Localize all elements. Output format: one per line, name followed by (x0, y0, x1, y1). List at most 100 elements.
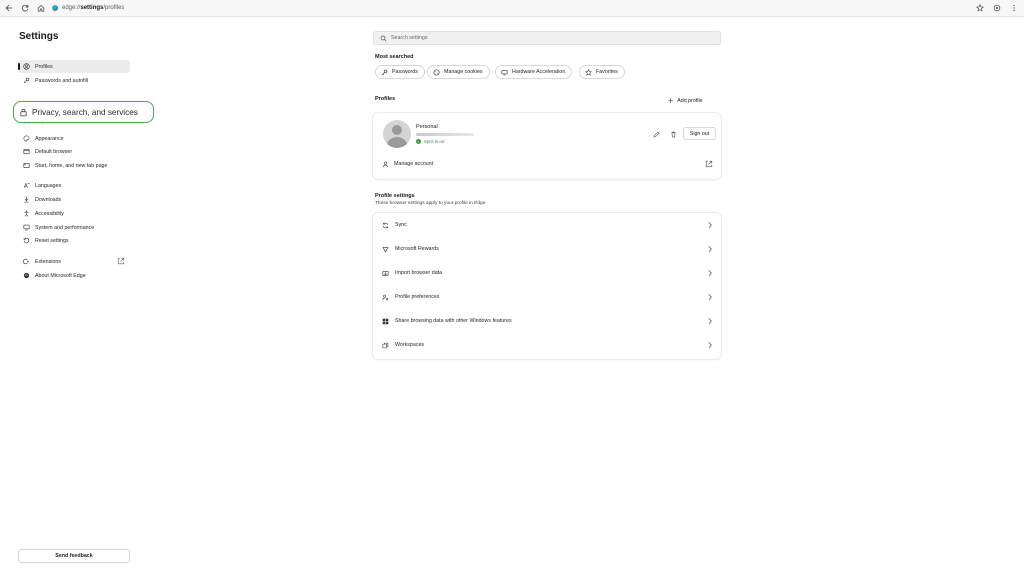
star-icon (976, 4, 984, 12)
check-icon: ✓ (416, 139, 421, 144)
sidebar-item-privacy-highlighted[interactable]: Privacy, search, and services (13, 101, 154, 123)
chip-favorites[interactable]: Favorites (579, 65, 625, 79)
trash-icon (670, 131, 676, 137)
settings-row-profile-preferences[interactable]: Profile preferences (373, 285, 721, 309)
chevron-right-icon (707, 269, 713, 277)
external-link-icon (117, 257, 125, 265)
sidebar-item-downloads[interactable]: Downloads (18, 193, 130, 206)
sidebar-item-default-browser[interactable]: Default browser (18, 145, 130, 158)
language-icon (21, 181, 31, 191)
settings-row-label: Profile preferences (395, 294, 440, 300)
search-placeholder: Search settings (391, 35, 428, 41)
settings-row-workspaces[interactable]: Workspaces (373, 333, 721, 357)
reset-icon (21, 236, 31, 246)
person-icon (381, 160, 389, 168)
settings-row-label: Microsoft Rewards (395, 246, 439, 252)
sidebar-item-label: Accessibility (35, 210, 64, 217)
favorite-button[interactable] (973, 1, 987, 15)
import-icon (381, 269, 389, 277)
download-icon (21, 195, 31, 205)
add-profile-button[interactable]: + Add profile (668, 95, 703, 107)
sign-out-button[interactable]: Sign out (683, 127, 716, 140)
profile-preferences-icon (381, 293, 389, 301)
url-path: /profiles (103, 5, 125, 11)
sidebar-item-label: Downloads (35, 196, 62, 203)
sidebar-item-about[interactable]: About Microsoft Edge (18, 269, 130, 282)
sidebar-item-profiles[interactable]: Profiles (18, 60, 130, 73)
edit-profile-button[interactable] (650, 128, 662, 140)
display-icon (500, 68, 508, 76)
chip-manage-cookies[interactable]: Manage cookies (427, 65, 490, 79)
add-profile-label: Add profile (677, 98, 703, 104)
edge-icon (21, 271, 31, 281)
chevron-right-icon (707, 341, 713, 349)
chip-passwords[interactable]: Passwords (375, 65, 425, 79)
browser-icon (21, 147, 31, 157)
copilot-button[interactable] (990, 1, 1004, 15)
manage-account-row[interactable]: Manage account (373, 155, 721, 173)
profile-email-redacted (416, 133, 474, 136)
search-icon (379, 34, 387, 42)
manage-account-label: Manage account (394, 161, 434, 167)
appearance-icon (21, 134, 31, 144)
sidebar: Settings Profiles Passwords and autofill… (0, 17, 154, 576)
more-dots-icon (1013, 4, 1015, 12)
sync-status-label: Sync is on (424, 139, 445, 144)
settings-row-microsoft-rewards[interactable]: Microsoft Rewards (373, 237, 721, 261)
sidebar-item-extensions[interactable]: Extensions (18, 255, 130, 268)
chip-label: Hardware Acceleration (512, 69, 566, 75)
settings-row-import-browser-data[interactable]: Import browser data (373, 261, 721, 285)
url-prefix: edge:// (62, 5, 81, 11)
highlighted-item-label: Privacy, search, and services (32, 107, 138, 117)
chip-hardware-acceleration[interactable]: Hardware Acceleration (495, 65, 573, 79)
sidebar-item-label: About Microsoft Edge (35, 272, 86, 279)
settings-row-label: Share browsing data with other Windows f… (395, 318, 512, 324)
toolbar-right (970, 1, 1021, 15)
sidebar-item-label: Reset settings (35, 237, 69, 244)
sidebar-item-passwords[interactable]: Passwords and autofill (18, 74, 130, 87)
chevron-right-icon (707, 245, 713, 253)
send-feedback-button[interactable]: Send feedback (18, 549, 130, 563)
back-button[interactable] (2, 1, 16, 15)
sidebar-item-system[interactable]: System and performance (18, 221, 130, 234)
sidebar-item-accessibility[interactable]: Accessibility (18, 207, 130, 220)
extensions-icon (21, 257, 31, 267)
settings-row-sync[interactable]: Sync (373, 213, 721, 237)
more-button[interactable] (1007, 1, 1021, 15)
refresh-button[interactable] (18, 1, 32, 15)
sidebar-item-label: Passwords and autofill (35, 77, 88, 84)
address-bar: edge://settings/profiles (0, 0, 1024, 17)
delete-profile-button[interactable] (667, 128, 679, 140)
pencil-icon (653, 131, 659, 137)
sync-icon (381, 221, 389, 229)
profile-settings-subtitle: These browser settings apply to your pro… (375, 201, 486, 206)
profiles-title: Profiles (375, 96, 396, 102)
settings-row-share-browsing-data[interactable]: Share browsing data with other Windows f… (373, 309, 721, 333)
refresh-icon (21, 4, 29, 12)
chevron-right-icon (707, 221, 713, 229)
workspaces-icon (381, 341, 389, 349)
sidebar-item-start-home[interactable]: Start, home, and new tab page (18, 159, 130, 172)
profile-name: Personal (416, 124, 438, 130)
sidebar-item-label: Languages (35, 182, 62, 189)
sidebar-item-label: System and performance (35, 224, 95, 231)
windows-icon (381, 317, 389, 325)
chip-label: Passwords (392, 69, 418, 75)
profile-settings-title: Profile settings (375, 193, 415, 199)
external-link-icon (705, 160, 713, 168)
rewards-icon (381, 245, 389, 253)
sidebar-item-label: Extensions (35, 258, 61, 265)
settings-row-label: Import browser data (395, 270, 443, 276)
home-button[interactable] (34, 1, 48, 15)
search-input[interactable]: Search settings (373, 31, 721, 45)
sidebar-item-reset[interactable]: Reset settings (18, 234, 130, 247)
sidebar-item-languages[interactable]: Languages (18, 179, 130, 192)
page-title: Settings (19, 31, 59, 42)
profile-card: Personal ✓ Sync is on Sign out Manage ac… (373, 113, 721, 179)
url-field[interactable]: edge://settings/profiles (52, 2, 970, 15)
sidebar-item-label: Appearance (35, 135, 64, 142)
sidebar-item-appearance[interactable]: Appearance (18, 132, 130, 145)
settings-row-label: Sync (395, 222, 407, 228)
sidebar-item-label: Default browser (35, 148, 73, 155)
home-icon (37, 4, 45, 12)
